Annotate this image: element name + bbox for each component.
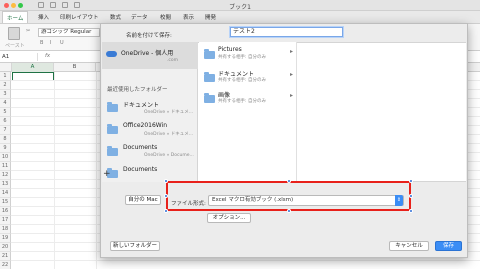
tab-insert[interactable]: 挿入 [38,13,49,21]
title-bar: ブック1 [0,0,480,11]
column-header[interactable]: B [54,63,96,72]
row-header[interactable]: 15 [0,198,11,207]
recent-folders-header: 最近使用したフォルダー [107,87,168,93]
bold-icon[interactable]: B [40,40,46,46]
tab-page-layout[interactable]: 印刷レイアウト [60,13,99,21]
row-header[interactable]: 13 [0,180,11,189]
gridline [54,72,55,269]
window-title: ブック1 [229,4,251,11]
folder-sharing: 共有する相手: 自分のみ [218,99,266,104]
row-header[interactable]: 2 [0,81,11,90]
resize-handle[interactable] [287,179,291,183]
recent-folder-name[interactable]: ドキュメント [123,100,159,109]
tab-data[interactable]: データ [131,13,148,21]
folder-name[interactable]: Pictures [218,46,242,53]
gridline [96,72,97,269]
tab-formulas[interactable]: 数式 [110,13,121,21]
recent-folder-name[interactable]: Office2016Win [123,122,167,129]
tab-developer[interactable]: 開発 [205,13,216,21]
recent-folder-path: OneDrive » Docume... [144,153,194,158]
row-header[interactable]: 20 [0,243,11,252]
row-header[interactable]: 14 [0,189,11,198]
sidebar-item-label: OneDrive - 個人用 [121,50,174,57]
tab-review[interactable]: 校閲 [160,13,171,21]
save-as-label: 名前を付けて保存: [126,33,172,39]
resize-handle[interactable] [287,209,291,213]
resize-handle[interactable] [164,179,168,183]
folder-icon [204,49,215,59]
name-box[interactable]: A1 [2,53,38,61]
row-header[interactable]: 11 [0,162,11,171]
tab-view[interactable]: 表示 [183,13,194,21]
row-header[interactable]: 7 [0,126,11,135]
underline-icon[interactable]: U [60,40,66,46]
row-header[interactable]: 8 [0,135,11,144]
folder-column [199,42,297,182]
row-header[interactable]: 17 [0,216,11,225]
folder-icon [204,93,215,103]
chevron-right-icon: ▸ [290,71,294,78]
row-header[interactable]: 4 [0,99,11,108]
new-folder-button[interactable]: 新しいフォルダー [110,241,160,251]
italic-icon[interactable]: I [50,40,56,46]
fx-icon[interactable]: fx [45,53,50,59]
tab-home[interactable]: ホーム [2,11,29,23]
paste-label: ペースト [5,43,25,49]
recent-folder-name[interactable]: Documents [123,166,157,173]
options-button[interactable]: オプション... [207,213,251,223]
ribbon-tabs: ホーム 挿入 印刷レイアウト 数式 データ 校閲 表示 開発 [0,11,480,23]
resize-handle[interactable] [409,179,413,183]
font-name-box[interactable]: 游ゴシック Regular [38,28,100,37]
folder-icon [204,72,215,82]
add-location-button[interactable]: + [103,170,111,179]
resize-handle[interactable] [164,194,168,198]
row-header[interactable]: 12 [0,171,11,180]
folder-icon [107,102,118,112]
row-header[interactable]: 18 [0,225,11,234]
on-my-mac-button[interactable]: 自分の Mac [125,195,161,205]
select-all-corner[interactable] [0,63,12,72]
row-header[interactable]: 9 [0,144,11,153]
recent-folder-path: OneDrive » ドキュメ... [144,110,194,115]
row-header[interactable]: 5 [0,108,11,117]
recent-folder-path: OneDrive » ドキュメ... [144,132,194,137]
folder-sharing: 共有する相手: 自分のみ [218,78,266,83]
row-header[interactable]: 3 [0,90,11,99]
gridline [11,260,480,261]
folder-icon [107,146,118,156]
chevron-right-icon: ▸ [290,92,294,99]
cut-icon[interactable]: ✂ [26,28,32,34]
row-header[interactable]: 22 [0,261,11,269]
column-header[interactable]: A [12,63,54,72]
row-header[interactable]: 16 [0,207,11,216]
resize-handle[interactable] [409,209,413,213]
row-header[interactable]: 1 [0,72,11,81]
folder-icon [107,124,118,134]
sidebar-item-sublabel: .com [167,58,179,63]
highlight-annotation [166,181,411,211]
chevron-right-icon: ▸ [290,48,294,55]
row-header[interactable]: 6 [0,117,11,126]
save-button[interactable]: 保存 [435,241,462,251]
row-header[interactable]: 19 [0,234,11,243]
cancel-button[interactable]: キャンセル [389,241,429,251]
row-header[interactable]: 10 [0,153,11,162]
resize-handle[interactable] [164,209,168,213]
row-header[interactable]: 21 [0,252,11,261]
recent-folder-name[interactable]: Documents [123,144,157,151]
paste-icon[interactable] [8,27,20,40]
resize-handle[interactable] [409,194,413,198]
cloud-icon [106,51,117,57]
folder-sharing: 共有する相手: 自分のみ [218,55,266,60]
filename-input[interactable]: テスト2 [230,27,343,37]
